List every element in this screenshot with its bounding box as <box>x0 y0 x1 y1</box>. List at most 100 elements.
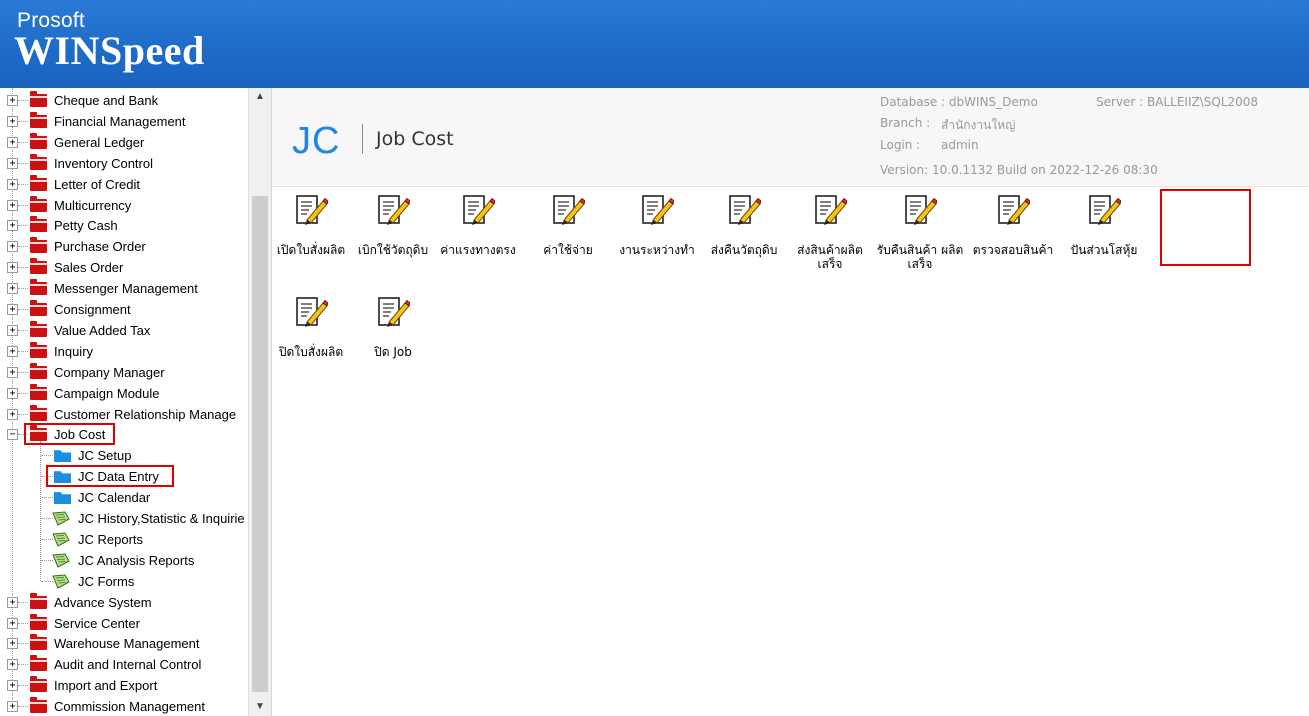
tree-item-advance-system[interactable]: + Advance System <box>0 592 248 613</box>
tree-item-campaign-module[interactable]: + Campaign Module <box>0 383 248 404</box>
app-close-production-order[interactable]: ปิดใบสั่งผลิต <box>266 295 356 375</box>
folder-icon <box>30 174 47 191</box>
expand-icon[interactable]: + <box>7 262 18 274</box>
tree-item-jc-setup[interactable]: JC Setup <box>0 445 248 466</box>
tree-item-jc-reports[interactable]: JC Reports <box>0 529 248 550</box>
app-issue-raw-material[interactable]: เบิกใช้วัตถุดิบ <box>348 193 438 273</box>
expand-icon[interactable]: + <box>7 324 18 336</box>
tree-item-consignment[interactable]: + Consignment <box>0 299 248 320</box>
tree-item-label: Warehouse Management <box>54 636 200 652</box>
app-direct-labor[interactable]: ค่าแรงทางตรง <box>433 193 523 273</box>
expand-icon[interactable]: + <box>7 115 18 127</box>
folder-icon <box>30 676 47 693</box>
module-panel: JC Job Cost Database : dbWINS_Demo Serve… <box>271 88 1309 716</box>
folder-icon <box>30 216 47 233</box>
tree-item-sales-order[interactable]: + Sales Order <box>0 257 248 278</box>
app-deliver-finished-goods[interactable]: ส่งสินค้าผลิต เสร็จ <box>785 193 875 273</box>
expand-icon[interactable]: + <box>7 283 18 295</box>
tree-item-purchase-order[interactable]: + Purchase Order <box>0 236 248 257</box>
expand-icon[interactable]: + <box>7 220 18 232</box>
branch-label: Branch : <box>880 116 931 130</box>
tree-item-import-export[interactable]: + Import and Export <box>0 675 248 696</box>
expand-icon[interactable]: + <box>7 304 18 315</box>
tree-item-service-center[interactable]: + Service Center <box>0 613 248 634</box>
folder-icon <box>30 300 47 316</box>
expand-icon[interactable]: + <box>7 157 18 169</box>
tree-item-label: Purchase Order <box>54 239 146 255</box>
expand-icon[interactable]: + <box>7 345 18 357</box>
expand-icon[interactable]: + <box>7 596 18 608</box>
tree-item-petty-cash[interactable]: + Petty Cash <box>0 215 248 236</box>
tree-connector <box>18 350 28 352</box>
collapse-icon[interactable]: − <box>7 429 18 441</box>
tree-item-messenger-management[interactable]: + Messenger Management <box>0 278 248 299</box>
tree-connector <box>18 141 28 143</box>
tree-item-jc-forms[interactable]: JC Forms <box>0 571 248 592</box>
expand-icon[interactable]: + <box>7 680 18 692</box>
tree-item-inquiry[interactable]: + Inquiry <box>0 341 248 362</box>
folder-icon <box>30 404 47 421</box>
folder-icon <box>30 362 47 379</box>
expand-icon[interactable]: + <box>7 136 18 148</box>
module-header: JC Job Cost Database : dbWINS_Demo Serve… <box>272 88 1309 187</box>
tree-item-value-added-tax[interactable]: + Value Added Tax <box>0 320 248 341</box>
tree-item-audit-internal-control[interactable]: + Audit and Internal Control <box>0 654 248 675</box>
tree-item-commission-management[interactable]: + Commission Management <box>0 696 248 716</box>
app-label: ส่งสินค้าผลิต เสร็จ <box>797 243 863 271</box>
tree-item-label: Audit and Internal Control <box>54 657 202 673</box>
scroll-up-icon[interactable]: ▲ <box>249 88 271 106</box>
expand-icon[interactable]: + <box>7 617 18 629</box>
tree-item-inventory-control[interactable]: + Inventory Control <box>0 153 248 174</box>
folder-open-icon <box>54 492 71 505</box>
tree-scrollbar[interactable]: ▲ ▼ <box>248 88 271 716</box>
edit-document-icon <box>642 195 674 225</box>
tree-item-cheque-bank[interactable]: + Cheque and Bank <box>0 90 248 111</box>
expand-icon[interactable]: + <box>7 408 18 420</box>
expand-icon[interactable]: + <box>7 366 18 378</box>
expand-icon[interactable]: + <box>7 95 18 106</box>
expand-icon[interactable]: + <box>7 178 18 190</box>
tree-item-label: JC History,Statistic & Inquirie <box>78 511 245 526</box>
app-close-job[interactable]: ปิด Job <box>348 295 438 375</box>
expand-icon[interactable]: + <box>7 241 18 253</box>
expand-icon[interactable]: + <box>7 701 18 713</box>
tree-item-multicurrency[interactable]: + Multicurrency <box>0 195 248 216</box>
tree-item-jc-calendar[interactable]: JC Calendar <box>0 487 248 508</box>
tree-item-general-ledger[interactable]: + General Ledger <box>0 132 248 153</box>
tree-item-label: Campaign Module <box>54 385 160 401</box>
expand-icon[interactable]: + <box>7 387 18 399</box>
tree-item-label: Advance System <box>54 594 152 610</box>
app-open-production-order[interactable]: เปิดใบสั่งผลิต <box>266 193 356 273</box>
tree-item-jc-history[interactable]: JC History,Statistic & Inquirie <box>0 508 248 529</box>
tree-item-letter-of-credit[interactable]: + Letter of Credit <box>0 174 248 195</box>
app-expense[interactable]: ค่าใช้จ่าย <box>523 193 613 273</box>
expand-icon[interactable]: + <box>7 659 18 671</box>
app-inspect-goods[interactable]: ตรวจสอบสินค้า <box>968 193 1058 273</box>
tree-item-financial-management[interactable]: + Financial Management <box>0 111 248 132</box>
version-info: Version: 10.0.1132 Build on 2022-12-26 0… <box>880 163 1158 177</box>
app-allocate-overhead[interactable]: ปันส่วนโสหุ้ย <box>1059 193 1149 273</box>
folder-icon <box>30 132 47 149</box>
app-work-in-process[interactable]: งานระหว่างทำ <box>612 193 702 273</box>
tree-item-label: Petty Cash <box>54 218 118 234</box>
expand-icon[interactable]: + <box>7 199 18 211</box>
tree-item-warehouse-management[interactable]: + Warehouse Management <box>0 633 248 654</box>
tree-connector <box>18 622 28 624</box>
tree-item-crm[interactable]: + Customer Relationship Manage <box>0 404 248 425</box>
tree-connector <box>18 601 28 603</box>
expand-icon[interactable]: + <box>7 638 18 650</box>
app-receive-finished-goods[interactable]: รับคืนสินค้า ผลิตเสร็จ <box>875 193 965 273</box>
tree-item-label: Cheque and Bank <box>54 93 159 108</box>
folder-icon <box>30 655 47 672</box>
app-label: ค่าแรงทางตรง <box>440 243 516 257</box>
app-label: รับคืนสินค้า ผลิตเสร็จ <box>876 243 964 271</box>
tree-item-label: Service Center <box>54 615 140 631</box>
tree-connector <box>41 497 53 499</box>
folder-icon <box>30 91 47 107</box>
tree-item-jc-analysis-reports[interactable]: JC Analysis Reports <box>0 550 248 571</box>
tree-item-company-manager[interactable]: + Company Manager <box>0 362 248 383</box>
folder-icon <box>30 697 47 714</box>
scroll-down-icon[interactable]: ▼ <box>249 698 271 716</box>
app-return-raw-material[interactable]: ส่งคืนวัตถุดิบ <box>699 193 789 273</box>
app-label: ปิด Job <box>374 345 412 359</box>
